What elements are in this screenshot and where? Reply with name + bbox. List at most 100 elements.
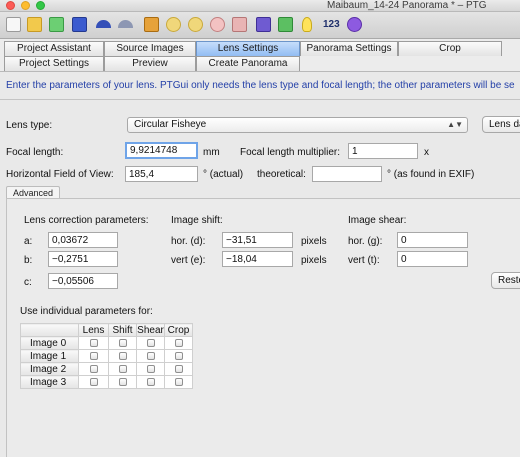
- row-label: Image 2: [20, 362, 79, 376]
- crosshair-icon[interactable]: [210, 17, 225, 32]
- title-bar: Maibaum_14-24 Panorama * – PTG: [0, 0, 520, 12]
- checkbox-shift[interactable]: [118, 351, 127, 360]
- minimize-window-button[interactable]: [21, 1, 30, 10]
- open-folder-icon[interactable]: [27, 17, 42, 32]
- param-a-input[interactable]: [48, 232, 118, 248]
- focal-length-unit: mm: [203, 147, 220, 158]
- tab-project-settings[interactable]: Project Settings: [4, 56, 104, 71]
- table-row: Image 0: [20, 336, 193, 350]
- checkbox-crop[interactable]: [174, 338, 183, 347]
- shift-hor-input[interactable]: [222, 232, 293, 248]
- zoom-in-icon[interactable]: [166, 17, 181, 32]
- table-cell: [164, 349, 193, 363]
- table-cell: [164, 375, 193, 389]
- hfov-label: Horizontal Field of View:: [6, 169, 114, 180]
- globe-icon[interactable]: [347, 17, 362, 32]
- theoretical-label: theoretical:: [257, 169, 306, 180]
- table-cell: [108, 349, 137, 363]
- checkbox-shear[interactable]: [146, 377, 155, 386]
- zoom-out-icon[interactable]: [188, 17, 203, 32]
- checkbox-shear[interactable]: [146, 364, 155, 373]
- checkbox-shift[interactable]: [118, 377, 127, 386]
- checkbox-shift[interactable]: [118, 364, 127, 373]
- table-cell: [108, 336, 137, 350]
- focal-multiplier-label: Focal length multiplier:: [240, 147, 341, 158]
- table-cell: [78, 362, 109, 376]
- select-arrows-icon: ▲▼: [447, 120, 463, 129]
- table-cell: [164, 362, 193, 376]
- row-label: Image 0: [20, 336, 79, 350]
- column-header-shear: Shear: [136, 323, 165, 337]
- column-header-lens: Lens: [78, 323, 109, 337]
- param-c-label: c:: [24, 277, 32, 288]
- shear-hor-input[interactable]: [397, 232, 468, 248]
- tab-preview[interactable]: Preview: [104, 56, 196, 71]
- checkbox-crop[interactable]: [174, 377, 183, 386]
- lens-type-select[interactable]: Circular Fisheye ▲▼: [127, 117, 468, 133]
- new-document-icon[interactable]: [6, 17, 21, 32]
- undo-icon[interactable]: [96, 20, 111, 28]
- table-row: Image 1: [20, 349, 193, 363]
- tab-source-images[interactable]: Source Images: [104, 41, 196, 56]
- tab-row-main: Project Assistant Source Images Lens Set…: [0, 41, 520, 56]
- shift-vert-input[interactable]: [222, 251, 293, 267]
- table-cell: [108, 375, 137, 389]
- shear-hor-label: hor. (g):: [348, 236, 383, 247]
- control-points-icon[interactable]: [144, 17, 159, 32]
- shift-hor-label: hor. (d):: [171, 236, 206, 247]
- divider: [0, 99, 520, 100]
- table-grid-icon[interactable]: [278, 17, 293, 32]
- panorama-editor-icon[interactable]: [256, 17, 271, 32]
- checkbox-lens[interactable]: [89, 338, 98, 347]
- lightbulb-icon[interactable]: [302, 17, 312, 32]
- checkbox-shear[interactable]: [146, 351, 155, 360]
- checkbox-crop[interactable]: [174, 351, 183, 360]
- param-b-input[interactable]: [48, 251, 118, 267]
- param-b-label: b:: [24, 255, 33, 266]
- tab-crop[interactable]: Crop: [398, 41, 502, 56]
- theoretical-input[interactable]: [312, 166, 382, 182]
- checkbox-lens[interactable]: [89, 351, 98, 360]
- image-shift-title: Image shift:: [171, 215, 223, 226]
- tab-create-panorama[interactable]: Create Panorama: [196, 56, 300, 71]
- shear-vert-input[interactable]: [397, 251, 468, 267]
- instruction-text: Enter the parameters of your lens. PTGui…: [6, 80, 515, 91]
- row-label: Image 1: [20, 349, 79, 363]
- restore-button[interactable]: Restore: [491, 272, 520, 289]
- close-window-button[interactable]: [6, 1, 15, 10]
- tab-lens-settings[interactable]: Lens Settings: [196, 41, 300, 56]
- number-badge[interactable]: 123: [323, 19, 340, 30]
- shift-vert-unit: pixels: [301, 255, 327, 266]
- hfov-input[interactable]: [125, 166, 198, 182]
- param-c-input[interactable]: [48, 273, 118, 289]
- individual-params-table: Lens Shift Shear Crop Image 0 Image 1 Imag…: [20, 323, 193, 389]
- shear-vert-label: vert (t):: [348, 255, 380, 266]
- advanced-tab[interactable]: Advanced: [6, 186, 61, 198]
- table-row: Image 3: [20, 375, 193, 389]
- zoom-window-button[interactable]: [36, 1, 45, 10]
- toolbar: 123: [0, 12, 520, 39]
- checkbox-shift[interactable]: [118, 338, 127, 347]
- checkbox-lens[interactable]: [89, 364, 98, 373]
- column-header-crop: Crop: [164, 323, 193, 337]
- table-header-corner: [20, 323, 79, 337]
- column-header-shift: Shift: [108, 323, 137, 337]
- checkbox-lens[interactable]: [89, 377, 98, 386]
- checkbox-shear[interactable]: [146, 338, 155, 347]
- focal-length-input[interactable]: [125, 142, 198, 159]
- lens-database-button[interactable]: Lens database: [482, 116, 520, 133]
- table-cell: [164, 336, 193, 350]
- load-images-icon[interactable]: [49, 17, 64, 32]
- tab-panorama-settings[interactable]: Panorama Settings: [300, 41, 398, 56]
- save-icon[interactable]: [72, 17, 87, 32]
- checkbox-crop[interactable]: [174, 364, 183, 373]
- shift-vert-label: vert (e):: [171, 255, 206, 266]
- focal-multiplier-input[interactable]: [348, 143, 418, 159]
- focal-multiplier-unit: x: [424, 147, 429, 158]
- redo-icon[interactable]: [118, 20, 133, 28]
- param-a-label: a:: [24, 236, 33, 247]
- link-icon[interactable]: [232, 17, 247, 32]
- tab-row-secondary: Project Settings Preview Create Panorama: [0, 56, 520, 71]
- tab-project-assistant[interactable]: Project Assistant: [4, 41, 104, 56]
- table-cell: [78, 375, 109, 389]
